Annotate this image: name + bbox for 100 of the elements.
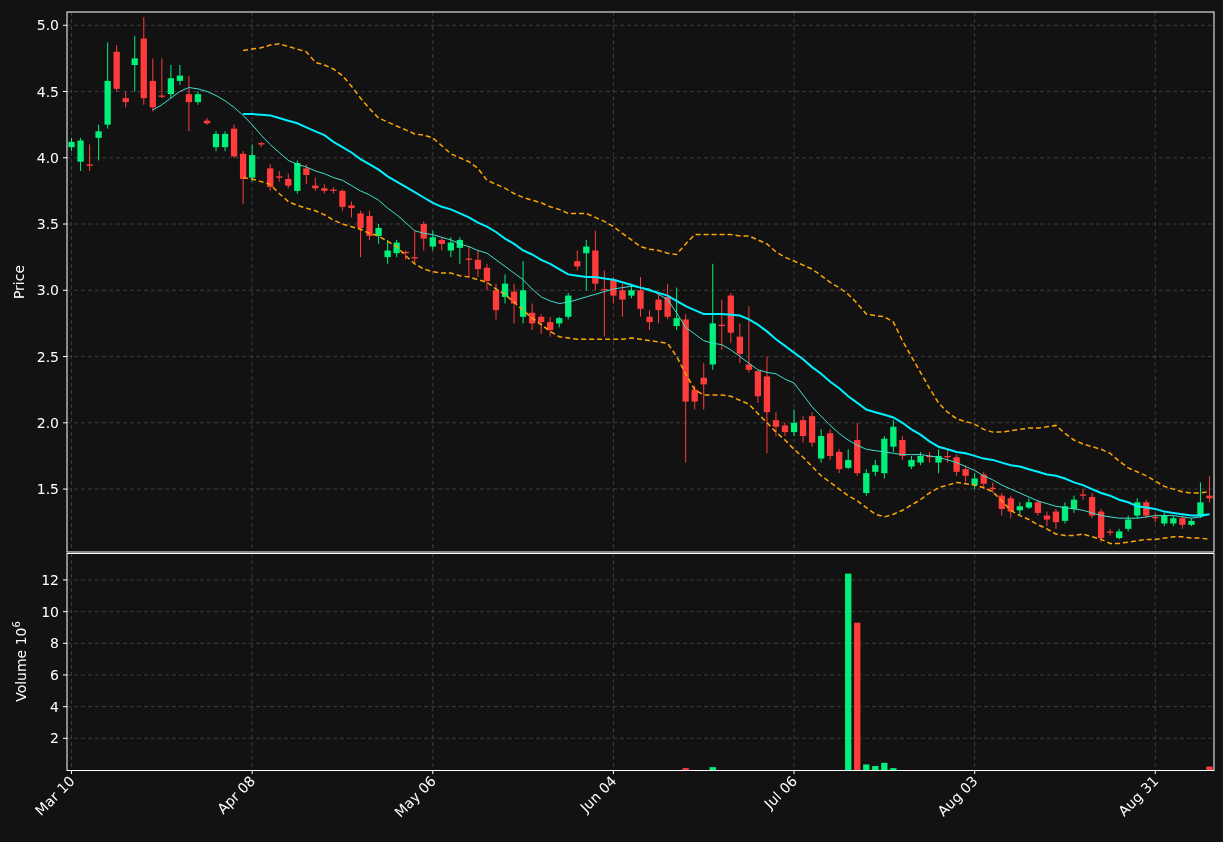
candlestick bbox=[700, 362, 707, 411]
candlestick bbox=[718, 299, 725, 351]
candlestick bbox=[402, 250, 409, 261]
candlestick bbox=[890, 419, 897, 453]
candlestick bbox=[113, 44, 120, 92]
volume-bar bbox=[709, 767, 716, 770]
candlestick bbox=[971, 472, 978, 490]
candlestick bbox=[294, 159, 301, 195]
candlestick bbox=[574, 250, 581, 271]
candlestick bbox=[989, 481, 996, 494]
axis-tick-label: 6 bbox=[50, 666, 59, 683]
candlestick bbox=[429, 230, 436, 252]
candlestick bbox=[203, 117, 211, 126]
volume-bar bbox=[872, 766, 879, 770]
candlestick bbox=[664, 283, 671, 320]
candlestick bbox=[384, 239, 391, 265]
candlestick bbox=[565, 292, 572, 320]
candlestick bbox=[691, 385, 698, 411]
candlestick bbox=[601, 269, 608, 338]
axis-tick-label: 2.0 bbox=[36, 414, 59, 431]
candlestick bbox=[1170, 515, 1177, 527]
axis-tick-label: Mar 10 bbox=[31, 772, 78, 819]
candlestick bbox=[393, 239, 400, 258]
volume-bar bbox=[881, 762, 888, 770]
candlestick bbox=[149, 57, 156, 112]
candlestick bbox=[447, 236, 454, 258]
axis-tick-label: 8 bbox=[50, 635, 59, 652]
candlestick bbox=[95, 124, 102, 161]
candlestick bbox=[583, 239, 590, 291]
candlestick bbox=[944, 448, 951, 464]
candlestick bbox=[1134, 497, 1141, 519]
candlestick bbox=[357, 210, 364, 258]
candlestick bbox=[953, 454, 960, 477]
volume-bar bbox=[863, 764, 870, 770]
candlestick bbox=[998, 492, 1005, 517]
candlestick bbox=[646, 309, 653, 331]
candlestick bbox=[854, 422, 861, 477]
candlestick bbox=[330, 186, 337, 195]
candlestick bbox=[375, 223, 382, 245]
candlestick bbox=[845, 448, 852, 470]
candlestick bbox=[610, 276, 617, 305]
axis-tick-label: 4.5 bbox=[36, 83, 59, 100]
candlestick bbox=[339, 189, 346, 212]
candlestick bbox=[637, 276, 644, 318]
candlestick bbox=[547, 316, 554, 338]
axis-tick-label: 10 bbox=[41, 603, 59, 620]
candlestick bbox=[1143, 499, 1150, 519]
candlestick bbox=[1016, 501, 1023, 517]
candlestick bbox=[863, 468, 870, 497]
candlestick bbox=[303, 163, 310, 185]
candlestick bbox=[1116, 528, 1123, 540]
candlestick bbox=[872, 459, 879, 477]
candlestick bbox=[86, 144, 93, 172]
candlestick bbox=[619, 283, 626, 318]
candlestick bbox=[249, 144, 256, 183]
candlestick bbox=[366, 210, 373, 241]
candlestick bbox=[1161, 512, 1168, 527]
candlestick bbox=[736, 322, 743, 364]
candlestick bbox=[1125, 515, 1132, 532]
candlestick bbox=[411, 230, 418, 265]
candlestick bbox=[881, 435, 888, 479]
candlestick bbox=[899, 435, 906, 461]
candlestick bbox=[935, 448, 942, 474]
candlestick bbox=[438, 236, 445, 252]
candlestick bbox=[538, 313, 545, 335]
candlestick bbox=[727, 292, 734, 344]
axis-tick-label: 12 bbox=[41, 571, 59, 588]
candlestick bbox=[77, 137, 84, 172]
candlestick bbox=[122, 91, 129, 108]
candlestick bbox=[926, 451, 933, 464]
candlestick bbox=[962, 464, 969, 483]
candlestick bbox=[836, 448, 843, 474]
candlestick bbox=[420, 220, 427, 252]
axis-tick-label: 4.0 bbox=[36, 149, 59, 166]
candlestick bbox=[68, 137, 75, 152]
candlestick bbox=[1179, 515, 1186, 530]
candlestick bbox=[258, 141, 265, 148]
candlestick bbox=[1152, 512, 1159, 523]
axis-tick-label: 3.5 bbox=[36, 216, 59, 232]
volume-bar bbox=[1206, 766, 1213, 770]
candlestick bbox=[592, 230, 599, 291]
candlestick bbox=[1025, 497, 1032, 510]
candlestick bbox=[1188, 517, 1195, 527]
candlestick bbox=[917, 451, 924, 466]
candlestick bbox=[312, 177, 319, 192]
axis-tick-label: 5.0 bbox=[36, 17, 59, 34]
candlestick bbox=[167, 64, 174, 99]
candlestick bbox=[673, 287, 680, 331]
candlestick bbox=[285, 173, 292, 189]
axis-tick-label: 2.5 bbox=[36, 348, 59, 365]
candlestick bbox=[827, 428, 834, 461]
candlestick bbox=[980, 471, 987, 490]
candlestick bbox=[1007, 495, 1014, 519]
candlestick bbox=[556, 316, 563, 328]
axis-tick-label: Apr 08 bbox=[214, 772, 259, 817]
candlestick bbox=[1206, 475, 1213, 503]
axis-tick-label: 2 bbox=[50, 730, 59, 747]
axis-tick-label: 1.5 bbox=[36, 481, 59, 498]
candlestick bbox=[131, 35, 138, 92]
axis-title: Price bbox=[11, 264, 27, 300]
